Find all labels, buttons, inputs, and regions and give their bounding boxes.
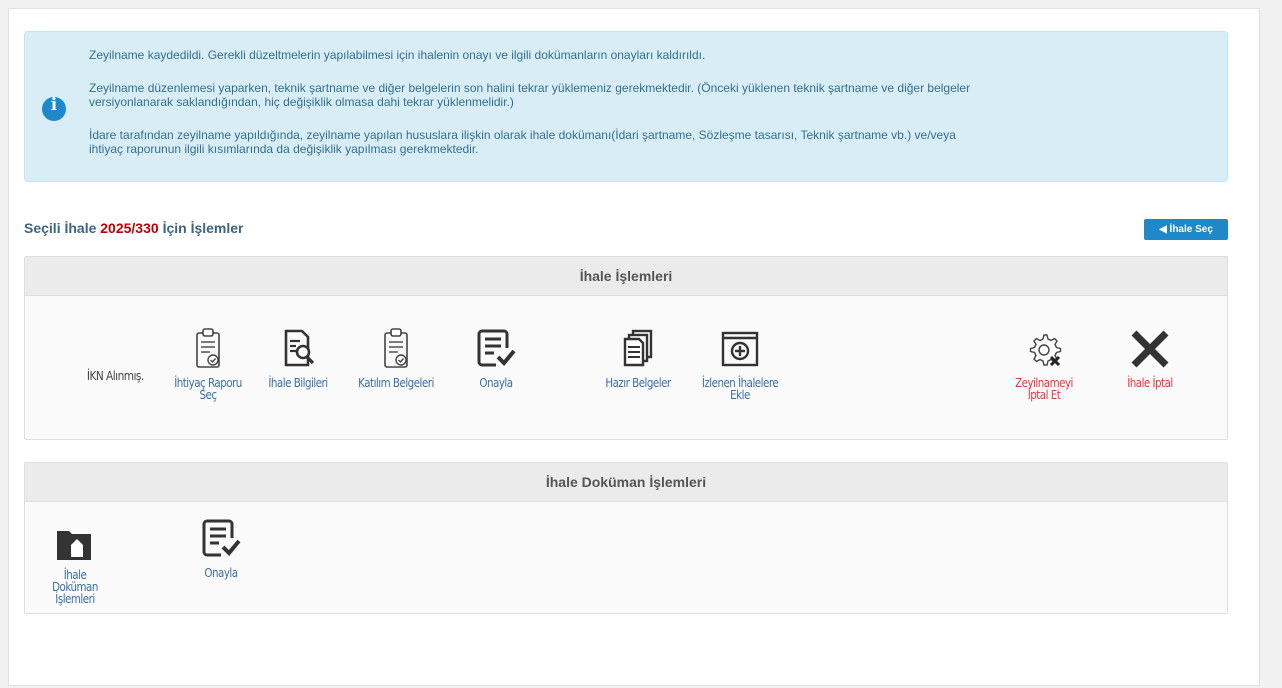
document-search-icon bbox=[284, 329, 315, 367]
zeyilnameyi-iptal-et-button[interactable]: Zeyilnameyi İptal Et bbox=[999, 327, 1089, 401]
ihale-islemleri-panel: İhale İşlemleri İKN Alınmış. İhtiyaç Rap… bbox=[24, 256, 1228, 440]
hazir-belgeler-button[interactable]: Hazır Belgeler bbox=[593, 327, 683, 389]
close-x-icon bbox=[1131, 330, 1169, 368]
item-label: Onayla bbox=[204, 566, 238, 580]
alert-line-2a: Zeyilname düzenlemesi yaparken, teknik ş… bbox=[89, 81, 971, 95]
list-check-icon bbox=[202, 519, 241, 557]
list-check-icon bbox=[477, 329, 516, 367]
alert-line-2b: versiyonlanarak saklandığından, hiç deği… bbox=[89, 95, 514, 109]
info-alert: Zeyilname kaydedildi. Gerekli düzeltmele… bbox=[24, 31, 1228, 182]
panel-title: İhale İşlemleri bbox=[25, 257, 1227, 296]
ihtiyac-raporu-sec-button[interactable]: İhtiyaç Raporu Seç bbox=[163, 327, 253, 401]
ihale-sec-button[interactable]: ◀ İhale Seç bbox=[1144, 219, 1228, 240]
item-label: Onayla bbox=[479, 376, 513, 390]
selected-ihale-title: Seçili İhale 2025/330 İçin İşlemler bbox=[24, 220, 244, 236]
info-icon bbox=[42, 97, 66, 121]
folder-open-icon bbox=[57, 531, 91, 560]
ihale-dokuman-islemleri-panel: İhale Doküman İşlemleri İhale Doküman İş… bbox=[24, 462, 1228, 614]
clipboard-check-icon bbox=[384, 328, 408, 368]
calendar-add-icon bbox=[721, 331, 759, 367]
title-suffix: İçin İşlemler bbox=[162, 220, 244, 236]
ihale-number: 2025/330 bbox=[100, 220, 159, 236]
ihale-dokuman-islemleri-button[interactable]: İhale Doküman İşlemleri bbox=[35, 523, 115, 605]
izlenen-ihalelere-ekle-button[interactable]: İzlenen İhalelere Ekle bbox=[695, 327, 785, 401]
item-label: Hazır Belgeler bbox=[605, 376, 671, 390]
alert-line-3b: ihtiyaç raporunun ilgili kısımlarında da… bbox=[89, 142, 479, 156]
item-label: İhtiyaç Raporu Seç bbox=[174, 376, 242, 402]
item-label: Katılım Belgeleri bbox=[358, 376, 434, 390]
item-label: İzlenen İhalelere Ekle bbox=[701, 376, 779, 402]
ikn-status: İKN Alınmış. bbox=[86, 369, 144, 383]
item-label: İhale Bilgileri bbox=[268, 376, 328, 390]
alert-line-1: Zeyilname kaydedildi. Gerekli düzeltmele… bbox=[89, 48, 706, 62]
panel-title: İhale Doküman İşlemleri bbox=[25, 463, 1227, 502]
item-label: İhale Doküman İşlemleri bbox=[52, 568, 98, 606]
ihale-bilgileri-button[interactable]: İhale Bilgileri bbox=[253, 327, 343, 389]
katilim-belgeleri-button[interactable]: Katılım Belgeleri bbox=[351, 327, 441, 389]
ihale-iptal-button[interactable]: İhale İptal bbox=[1105, 327, 1195, 389]
item-label: Zeyilnameyi İptal Et bbox=[1015, 376, 1073, 402]
documents-stack-icon bbox=[623, 329, 653, 367]
title-prefix: Seçili İhale bbox=[24, 220, 97, 236]
onayla-dokuman-button[interactable]: Onayla bbox=[186, 517, 256, 579]
gear-cancel-icon bbox=[1029, 334, 1062, 367]
onayla-button[interactable]: Onayla bbox=[461, 327, 531, 389]
alert-line-3a: İdare tarafından zeyilname yapıldığında,… bbox=[89, 128, 956, 142]
clipboard-check-icon bbox=[196, 328, 220, 368]
item-label: İhale İptal bbox=[1127, 376, 1173, 390]
